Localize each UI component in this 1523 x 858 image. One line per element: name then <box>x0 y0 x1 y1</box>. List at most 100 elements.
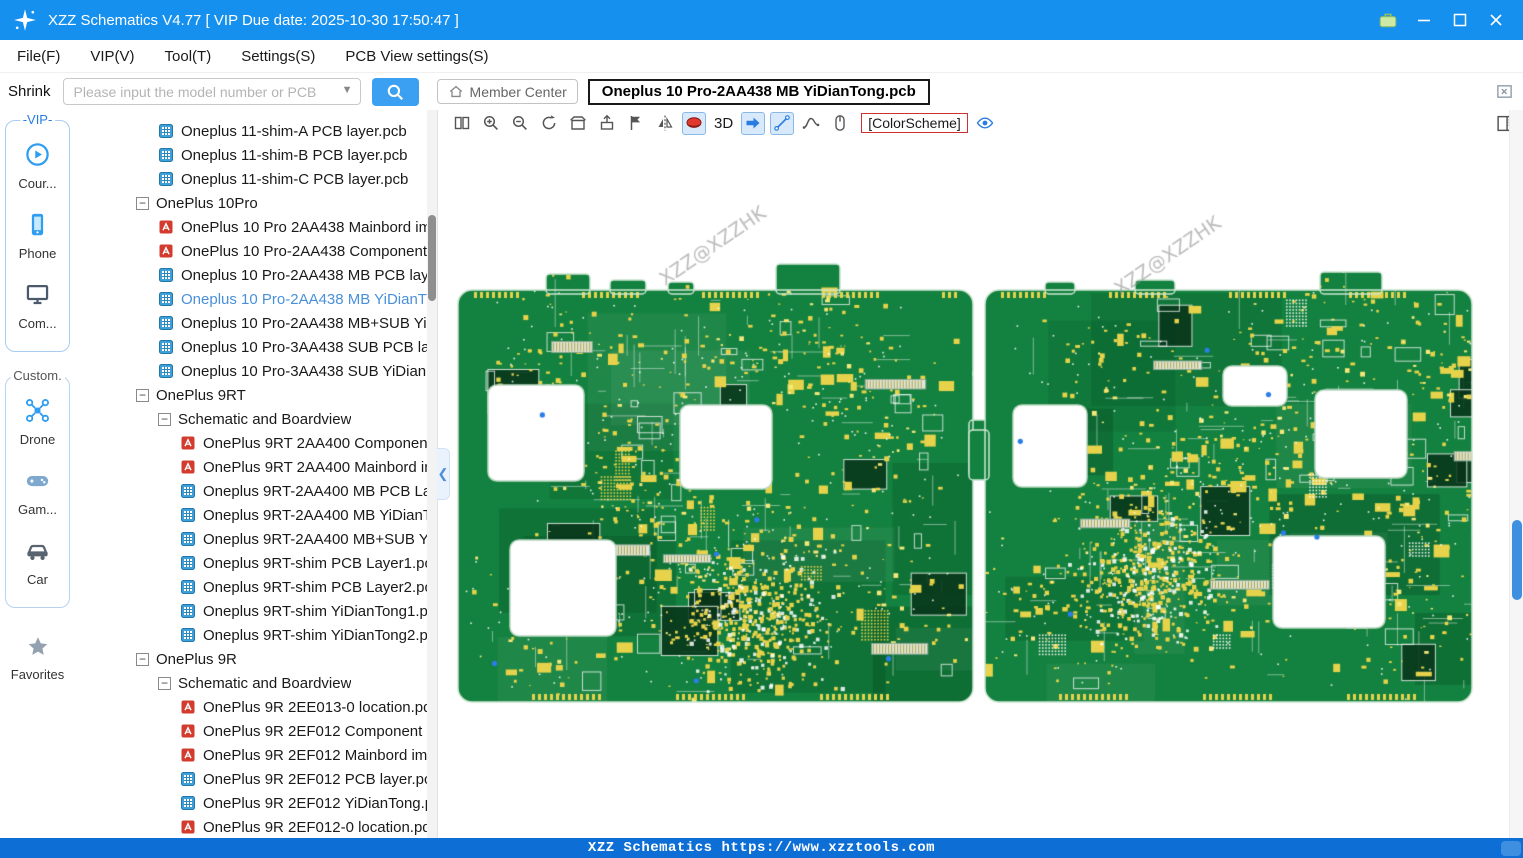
tree-item-label: OnePlus 9R 2EF012-0 location.pd <box>203 819 431 836</box>
zoom-out-icon[interactable] <box>508 112 532 135</box>
tree-item-pcb[interactable]: Oneplus 9RT-2AA400 MB YiDianT <box>75 503 437 527</box>
export-box-icon[interactable] <box>566 112 590 135</box>
maximize-button[interactable] <box>1445 6 1475 34</box>
tree-item-pcb[interactable]: Oneplus 9RT-shim PCB Layer1.pcb <box>75 551 437 575</box>
sidebar-item-car[interactable]: Car <box>24 537 51 587</box>
tree-item-pdf[interactable]: OnePlus 9RT 2AA400 Component <box>75 431 437 455</box>
tree-item-pdf[interactable]: OnePlus 9R 2EF012-0 location.pd <box>75 815 437 838</box>
tree-item-pdf[interactable]: OnePlus 9RT 2AA400 Mainbord im <box>75 455 437 479</box>
home-icon <box>448 84 464 100</box>
flip-horizontal-icon[interactable] <box>653 112 677 135</box>
pdf-file-icon <box>158 243 174 259</box>
tree-item-pdf[interactable]: OnePlus 10 Pro 2AA438 Mainbord im <box>75 215 437 239</box>
top-bottom-layer-icon[interactable] <box>682 112 706 135</box>
tree-item-pcb[interactable]: Oneplus 10 Pro-2AA438 MB PCB lay <box>75 263 437 287</box>
tree-folder[interactable]: −OnePlus 9R <box>75 647 437 671</box>
three-d-button[interactable]: 3D <box>711 115 736 132</box>
split-view-icon[interactable] <box>450 112 474 135</box>
pcb-file-icon <box>180 555 196 571</box>
tree-item-label: Oneplus 9RT-shim YiDianTong1.p <box>203 603 428 620</box>
sidebar-item-computer[interactable]: Com... <box>18 281 56 331</box>
search-button[interactable] <box>372 78 419 106</box>
tree-folder[interactable]: −Schematic and Boardview <box>75 407 437 431</box>
import-box-icon[interactable] <box>595 112 619 135</box>
menu-settings[interactable]: Settings(S) <box>226 40 330 72</box>
menu-tool[interactable]: Tool(T) <box>150 40 227 72</box>
search-input[interactable] <box>63 78 361 105</box>
canvas-scrollbar-thumb[interactable] <box>1512 520 1522 600</box>
tree-item-pcb[interactable]: Oneplus 10 Pro-2AA438 MB+SUB Yi <box>75 311 437 335</box>
tree-folder[interactable]: −Schematic and Boardview <box>75 671 437 695</box>
menu-pcb-view-settings[interactable]: PCB View settings(S) <box>330 40 503 72</box>
tree-item-label: OnePlus 10 Pro-2AA438 Component <box>181 243 427 260</box>
open-file-tab[interactable]: Oneplus 10 Pro-2AA438 MB YiDianTong.pcb <box>588 79 930 105</box>
sidebar-item-game[interactable]: Gam... <box>18 467 57 517</box>
car-icon <box>24 537 51 569</box>
pdf-file-icon <box>158 219 174 235</box>
tree-item-pcb[interactable]: Oneplus 11-shim-C PCB layer.pcb <box>75 167 437 191</box>
gamepad-icon <box>24 467 51 499</box>
wire-curve-icon[interactable] <box>799 112 823 135</box>
close-file-icon[interactable] <box>1496 83 1513 105</box>
tree-item-pcb[interactable]: Oneplus 11-shim-B PCB layer.pcb <box>75 143 437 167</box>
collapse-icon[interactable]: − <box>158 677 171 690</box>
star-icon <box>25 634 51 665</box>
zoom-in-icon[interactable] <box>479 112 503 135</box>
tree-item-pcb[interactable]: Oneplus 9RT-shim YiDianTong2.p <box>75 623 437 647</box>
pcb-canvas-area <box>438 136 1509 838</box>
sidebar-item-phone[interactable]: Phone <box>19 211 57 261</box>
tree-item-label: OnePlus 10Pro <box>156 195 258 212</box>
pcb-file-icon <box>158 363 174 379</box>
tree-folder[interactable]: −OnePlus 9RT <box>75 383 437 407</box>
collapse-icon[interactable]: − <box>136 389 149 402</box>
tree-item-pcb[interactable]: Oneplus 9RT-2AA400 MB+SUB Yi <box>75 527 437 551</box>
tree-item-pcb[interactable]: Oneplus 10 Pro-2AA438 MB YiDianT <box>75 287 437 311</box>
canvas-vertical-scrollbar[interactable] <box>1509 110 1523 838</box>
pcb-file-icon <box>158 291 174 307</box>
move-arrow-icon[interactable] <box>741 112 765 135</box>
tree-scrollbar-thumb[interactable] <box>428 215 436 301</box>
color-scheme-button[interactable]: [ColorScheme] <box>861 113 968 133</box>
tree-item-label: Oneplus 10 Pro-2AA438 MB PCB lay <box>181 267 429 284</box>
measure-line-icon[interactable] <box>770 112 794 135</box>
collapse-icon[interactable]: − <box>136 197 149 210</box>
member-center-button[interactable]: Member Center <box>437 79 578 104</box>
tree-item-pdf[interactable]: OnePlus 9R 2EF012 Component e <box>75 719 437 743</box>
sidebar-item-favorites[interactable]: Favorites <box>0 634 75 682</box>
visibility-eye-icon[interactable] <box>973 112 997 135</box>
phone-icon <box>24 211 51 243</box>
close-button[interactable] <box>1481 6 1511 34</box>
sidebar-item-course[interactable]: Cour... <box>18 141 56 191</box>
tree-item-pcb[interactable]: Oneplus 11-shim-A PCB layer.pcb <box>75 119 437 143</box>
menu-file[interactable]: File(F) <box>2 40 75 72</box>
tree-item-pcb[interactable]: Oneplus 9RT-2AA400 MB PCB Lay <box>75 479 437 503</box>
collapse-icon[interactable]: − <box>158 413 171 426</box>
tree-item-pdf[interactable]: OnePlus 9R 2EF012 Mainbord ima <box>75 743 437 767</box>
tree-item-pcb[interactable]: Oneplus 9RT-shim YiDianTong1.p <box>75 599 437 623</box>
tree-item-pcb[interactable]: Oneplus 10 Pro-3AA438 SUB PCB la <box>75 335 437 359</box>
flag-icon[interactable] <box>624 112 648 135</box>
sidebar-item-drone[interactable]: Drone <box>20 397 55 447</box>
chevron-down-icon[interactable]: ▼ <box>342 84 353 96</box>
refresh-icon[interactable] <box>537 112 561 135</box>
minimize-button[interactable] <box>1409 6 1439 34</box>
shrink-button[interactable]: Shrink <box>8 83 51 100</box>
tree-item-pcb[interactable]: Oneplus 9RT-shim PCB Layer2.pcb <box>75 575 437 599</box>
license-icon[interactable] <box>1373 6 1403 34</box>
tree-item-label: Oneplus 9RT-shim PCB Layer1.pcb <box>203 555 437 572</box>
tree-item-pcb[interactable]: OnePlus 9R 2EF012 YiDianTong.p <box>75 791 437 815</box>
tree-folder[interactable]: −OnePlus 10Pro <box>75 191 437 215</box>
scroll-corner <box>1501 841 1521 856</box>
tree-item-label: Oneplus 9RT-2AA400 MB+SUB Yi <box>203 531 432 548</box>
mouse-icon[interactable] <box>828 112 852 135</box>
pdf-file-icon <box>180 723 196 739</box>
pcb-canvas[interactable] <box>438 136 1510 838</box>
tree-scrollbar[interactable] <box>427 110 437 838</box>
collapse-tree-handle[interactable]: ❮ <box>437 448 450 500</box>
collapse-icon[interactable]: − <box>136 653 149 666</box>
tree-item-pdf[interactable]: OnePlus 9R 2EE013-0 location.pd <box>75 695 437 719</box>
tree-item-pcb[interactable]: OnePlus 9R 2EF012 PCB layer.pcb <box>75 767 437 791</box>
tree-item-pcb[interactable]: Oneplus 10 Pro-3AA438 SUB YiDian <box>75 359 437 383</box>
tree-item-pdf[interactable]: OnePlus 10 Pro-2AA438 Component <box>75 239 437 263</box>
menu-vip[interactable]: VIP(V) <box>75 40 149 72</box>
